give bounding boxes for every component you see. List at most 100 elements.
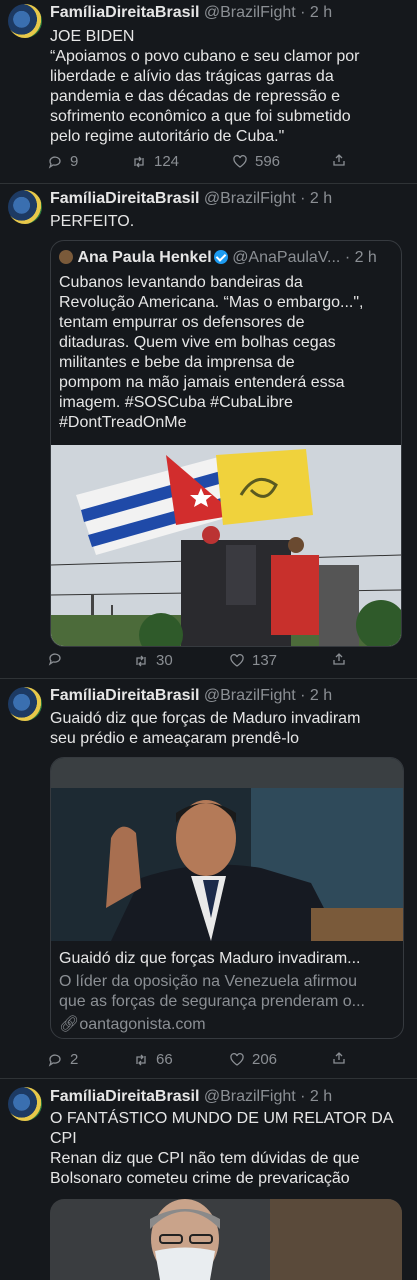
author-name[interactable]: FamíliaDireitaBrasil [50, 190, 199, 207]
text-line: pandemia e das décadas de repressão e [50, 88, 340, 105]
avatar[interactable] [8, 687, 42, 721]
quote-photo[interactable] [51, 445, 401, 646]
tweet-time[interactable]: · 2 h [300, 4, 332, 21]
retweet-count: 124 [154, 153, 180, 170]
tweet-text: O FANTÁSTICO MUNDO DE UM RELATOR DA CPI … [50, 1109, 410, 1189]
share-icon [332, 1051, 346, 1065]
text-line: O FANTÁSTICO MUNDO DE UM RELATOR DA [50, 1110, 394, 1127]
quote-time[interactable]: · 2 h [345, 249, 377, 266]
text-line: imagem. #SOSCuba #CubaLibre [59, 394, 293, 411]
protest-photo-illustration [51, 445, 401, 646]
text-line: Guaidó diz que forças de Maduro invadira… [50, 710, 361, 727]
share-button[interactable] [332, 153, 346, 167]
reply-count: 9 [70, 153, 79, 170]
text-line: pelo regime autoritário de Cuba." [50, 128, 285, 145]
text-line: que as forças de segurança prenderam o..… [59, 993, 365, 1010]
like-button[interactable]: 206 [230, 1051, 277, 1068]
card-description: O líder da oposição na Venezuela afirmou… [59, 972, 395, 1012]
reply-icon [48, 1053, 62, 1067]
text-line: pompom na mão jamais entenderá essa [59, 374, 345, 391]
like-count: 137 [252, 652, 278, 669]
tweet-actions: 2 66 206 [48, 1051, 348, 1069]
heart-icon [230, 653, 244, 668]
card-title: Guaidó diz que forças Maduro invadiram..… [59, 950, 361, 967]
avatar[interactable] [8, 1087, 42, 1121]
tweet-actions: 30 137 [48, 652, 348, 670]
tweet-actions: 9 124 596 [48, 153, 348, 171]
link-icon: 🔗︎ [59, 1016, 80, 1033]
author-name[interactable]: FamíliaDireitaBrasil [50, 1088, 199, 1105]
tweet-header: FamíliaDireitaBrasil @BrazilFight · 2 h [50, 190, 332, 208]
like-count: 206 [252, 1051, 278, 1068]
reply-button[interactable]: 2 [48, 1051, 78, 1068]
tweet-header: FamíliaDireitaBrasil @BrazilFight · 2 h [50, 687, 332, 705]
text-line: “Apoiamos o povo cubano e seu clamor por [50, 48, 360, 65]
renan-photo-illustration [50, 1199, 402, 1280]
tweet-text: JOE BIDEN “Apoiamos o povo cubano e seu … [50, 27, 410, 147]
text-line: militantes e bebe da imprensa de [59, 354, 295, 371]
share-icon [332, 652, 346, 666]
link-card[interactable]: Guaidó diz que forças Maduro invadiram..… [50, 757, 404, 1039]
avatar[interactable] [8, 190, 42, 224]
tweet-time[interactable]: · 2 h [300, 190, 332, 207]
text-line: CPI [50, 1130, 77, 1147]
text-line: Revolução Americana. “Mas o embargo...", [59, 294, 364, 311]
text-line: Bolsonaro cometeu crime de prevaricação [50, 1170, 350, 1187]
retweet-icon [134, 1053, 148, 1067]
share-button[interactable] [332, 652, 346, 666]
retweet-count: 30 [156, 652, 173, 669]
tweet-time[interactable]: · 2 h [300, 1088, 332, 1105]
retweet-icon [132, 155, 146, 169]
card-link[interactable]: 🔗︎oantagonista.com [59, 1014, 206, 1034]
tweet-image[interactable] [50, 1199, 402, 1280]
author-name[interactable]: FamíliaDireitaBrasil [50, 4, 199, 21]
author-name[interactable]: FamíliaDireitaBrasil [50, 687, 199, 704]
reply-icon [48, 155, 62, 169]
quote-text: Cubanos levantando bandeiras da Revoluçã… [59, 273, 395, 433]
heart-icon [233, 154, 247, 169]
tweet-2[interactable]: FamíliaDireitaBrasil @BrazilFight · 2 h … [0, 184, 417, 679]
card-image [51, 758, 403, 941]
retweet-button[interactable]: 124 [132, 153, 179, 170]
retweet-icon [134, 654, 148, 668]
tweet-header: FamíliaDireitaBrasil @BrazilFight · 2 h [50, 4, 332, 22]
tweet-header: FamíliaDireitaBrasil @BrazilFight · 2 h [50, 1088, 332, 1106]
tweet-text: Guaidó diz que forças de Maduro invadira… [50, 709, 410, 749]
share-icon [332, 153, 346, 167]
reply-button[interactable]: 9 [48, 153, 78, 170]
reply-icon [48, 652, 62, 666]
author-handle[interactable]: @BrazilFight [204, 1088, 296, 1105]
verified-icon [213, 250, 228, 264]
like-count: 596 [255, 153, 281, 170]
like-button[interactable]: 137 [230, 652, 277, 669]
author-handle[interactable]: @BrazilFight [204, 190, 296, 207]
reply-count: 2 [70, 1051, 79, 1068]
share-button[interactable] [332, 1051, 346, 1065]
tweet-time[interactable]: · 2 h [300, 687, 332, 704]
like-button[interactable]: 596 [233, 153, 280, 170]
reply-button[interactable] [48, 652, 70, 666]
retweet-button[interactable]: 66 [134, 1051, 173, 1068]
quote-avatar[interactable] [59, 250, 73, 264]
quoted-tweet[interactable]: Ana Paula Henkel @AnaPaulaV... · 2 h Cub… [50, 240, 402, 647]
text-line: #DontTreadOnMe [59, 414, 187, 431]
tweet-4[interactable]: FamíliaDireitaBrasil @BrazilFight · 2 h … [0, 1079, 417, 1280]
retweet-button[interactable]: 30 [134, 652, 173, 669]
quote-author-handle[interactable]: @AnaPaulaV... [232, 249, 340, 266]
quote-header: Ana Paula Henkel @AnaPaulaV... · 2 h [59, 249, 377, 267]
author-handle[interactable]: @BrazilFight [204, 4, 296, 21]
heart-icon [230, 1052, 244, 1067]
text-line: seu prédio e ameaçaram prendê-lo [50, 730, 300, 747]
card-domain: oantagonista.com [79, 1016, 206, 1033]
avatar[interactable] [8, 4, 42, 38]
tweet-1[interactable]: FamíliaDireitaBrasil @BrazilFight · 2 h … [0, 0, 417, 184]
author-handle[interactable]: @BrazilFight [204, 687, 296, 704]
guaido-photo-illustration [51, 758, 403, 941]
text-line: O líder da oposição na Venezuela afirmou [59, 973, 357, 990]
tweet-3[interactable]: FamíliaDireitaBrasil @BrazilFight · 2 h … [0, 679, 417, 1079]
text-line: ditaduras. Quem vive em bolhas cegas [59, 334, 336, 351]
quote-author-name[interactable]: Ana Paula Henkel [77, 249, 211, 266]
text-line: sofrimento econômico a que foi submetido [50, 108, 351, 125]
tweet-text: PERFEITO. [50, 212, 410, 232]
text-line: JOE BIDEN [50, 28, 135, 45]
